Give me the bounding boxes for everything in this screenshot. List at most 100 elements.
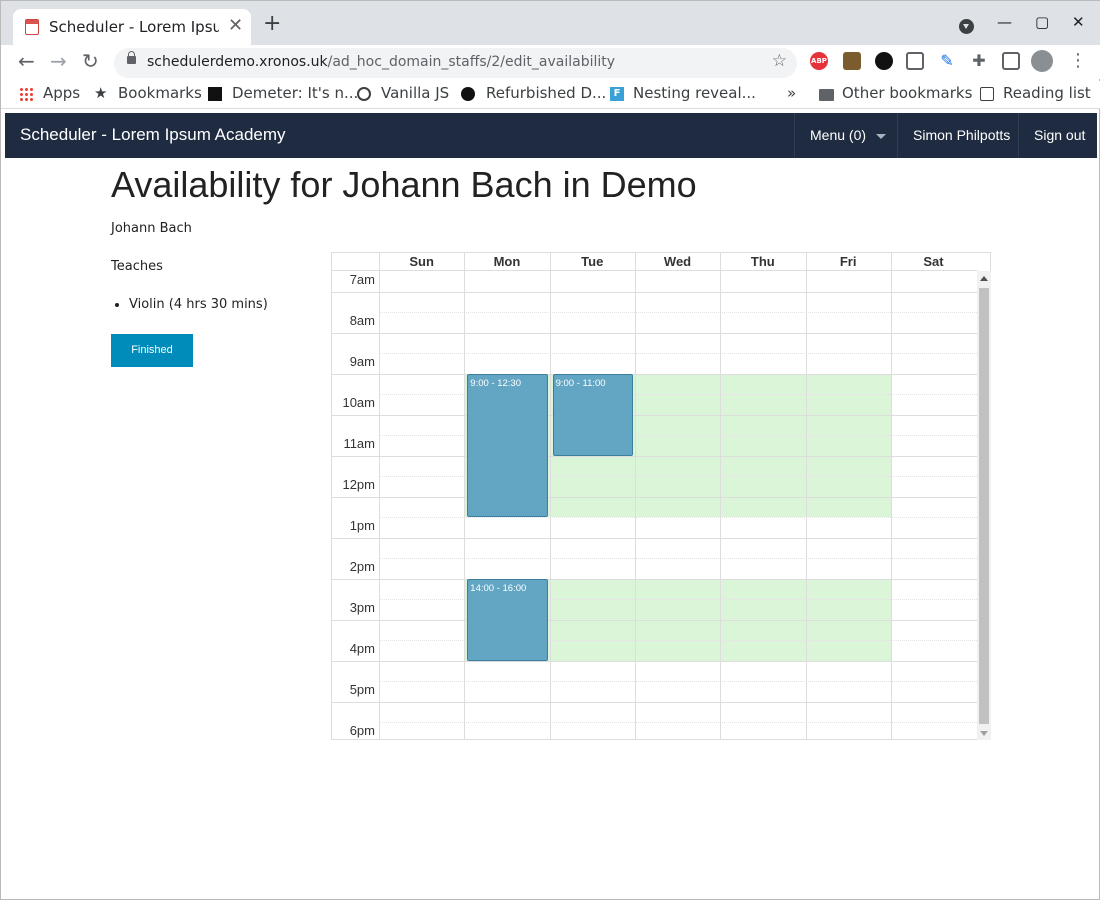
bookmark-nesting[interactable]: Nesting reveal... (633, 84, 756, 102)
finished-button[interactable]: Finished (111, 334, 193, 367)
availability-calendar: Sun Mon Tue Wed Thu Fri Sat 7am 8am 9am 10am 11am 1… (331, 252, 991, 740)
hour-gridline (332, 701, 977, 703)
reload-icon[interactable]: ↻ (82, 49, 99, 73)
close-tab-icon[interactable]: ✕ (228, 15, 243, 36)
staff-name: Johann Bach (111, 221, 192, 236)
column-divider (379, 271, 380, 740)
menu-dropdown[interactable]: Menu (0) (794, 113, 897, 158)
scheduled-event[interactable]: 9:00 - 12:30 (467, 373, 548, 517)
scheduled-event[interactable]: 14:00 - 16:00 (467, 578, 548, 661)
app-navbar: Scheduler - Lorem Ipsum Academy Menu (0)… (5, 113, 1097, 158)
page-title: Availability for Johann Bach in Demo (111, 164, 697, 205)
cast-icon[interactable] (1002, 52, 1020, 70)
extension-paw-icon[interactable] (875, 52, 893, 70)
browser-menu-icon[interactable]: ⋮ (1069, 50, 1087, 71)
half-hour-gridline (380, 312, 977, 313)
day-header-mon: Mon (493, 254, 521, 269)
feather-icon[interactable]: ✎ (938, 52, 956, 70)
calendar-scrollbar[interactable] (977, 271, 991, 740)
column-divider (634, 271, 636, 740)
address-bar[interactable]: schedulerdemo.xronos.uk/ad_hoc_domain_st… (114, 48, 797, 78)
adblock-plus-icon[interactable]: ABP (810, 52, 828, 70)
user-link[interactable]: Simon Philpotts (897, 113, 1018, 158)
time-label-4pm: 4pm (349, 641, 375, 656)
scheduled-event[interactable]: 9:00 - 11:00 (552, 373, 633, 456)
new-tab-button[interactable]: + (263, 13, 281, 35)
hour-gridline (332, 291, 977, 293)
url-text[interactable]: schedulerdemo.xronos.uk/ad_hoc_domain_st… (147, 54, 615, 70)
minimize-icon[interactable]: — (997, 13, 1012, 31)
header-column-divider (890, 253, 892, 271)
time-label-1pm: 1pm (349, 518, 375, 533)
back-icon[interactable]: ← (18, 49, 35, 73)
apps-grid-icon (19, 87, 33, 101)
profile-avatar[interactable] (1031, 50, 1053, 72)
hour-gridline (332, 578, 977, 580)
calendar-favicon-icon (25, 19, 39, 35)
reading-list-icon (980, 87, 994, 101)
bookmark-star-icon[interactable]: ☆ (772, 51, 787, 71)
scrollbar-thumb[interactable] (979, 288, 989, 724)
day-header-fri: Fri (839, 254, 857, 269)
bookmarks-star-icon: ★ (94, 84, 108, 102)
day-header-sun: Sun (409, 254, 434, 269)
time-label-12pm: 12pm (342, 477, 375, 492)
scroll-down-icon[interactable] (980, 731, 988, 736)
header-column-divider (549, 253, 551, 271)
header-column-divider (464, 253, 466, 271)
app-brand[interactable]: Scheduler - Lorem Ipsum Academy (20, 125, 286, 145)
column-divider (805, 271, 807, 740)
sign-out-label: Sign out (1034, 127, 1086, 143)
bookmark-other[interactable]: Other bookmarks (842, 84, 972, 102)
day-header-tue: Tue (581, 254, 604, 269)
time-label-8am: 8am (349, 313, 375, 328)
extension-house-icon[interactable] (843, 52, 861, 70)
half-hour-gridline (380, 722, 977, 723)
day-header-sat: Sat (923, 254, 944, 269)
tab-search-icon[interactable] (959, 19, 974, 34)
browser-tab[interactable]: Scheduler - Lorem Ipsum Academy ✕ (13, 9, 251, 45)
header-column-divider (805, 253, 807, 271)
demeter-favicon-icon (208, 87, 222, 101)
column-divider (549, 271, 551, 740)
time-label-6pm: 6pm (349, 723, 375, 738)
time-label-2pm: 2pm (349, 559, 375, 574)
user-name: Simon Philpotts (913, 127, 1011, 143)
folder-icon (819, 89, 834, 101)
half-hour-gridline (380, 681, 977, 682)
header-column-divider (634, 253, 636, 271)
calendar-body[interactable]: 7am 8am 9am 10am 11am 12pm 1pm 2pm 3pm 4pm 5pm 6pm 9… (332, 271, 977, 740)
time-label-11am: 11am (343, 436, 375, 451)
half-hour-gridline (380, 517, 977, 518)
bookmark-reading-list[interactable]: Reading list (1003, 84, 1091, 102)
day-header-thu: Thu (750, 254, 775, 269)
time-label-9am: 9am (349, 354, 375, 369)
lock-icon[interactable] (127, 51, 136, 64)
subject-item: Violin (4 hrs 30 mins) (129, 297, 268, 312)
bookmark-demeter[interactable]: Demeter: It's n... (232, 84, 358, 102)
bookmark-refurbished[interactable]: Refurbished D... (486, 84, 606, 102)
screenshot-icon[interactable] (906, 52, 924, 70)
bookmarks-bar: Apps ★ Bookmarks Demeter: It's n... Vani… (1, 81, 1100, 109)
sign-out-link[interactable]: Sign out (1018, 113, 1097, 158)
time-label-7am: 7am (349, 272, 375, 287)
forward-icon[interactable]: → (50, 49, 67, 73)
column-divider (464, 271, 466, 740)
event-time-label: 9:00 - 11:00 (555, 377, 606, 389)
time-label-10am: 10am (342, 395, 375, 410)
extensions-puzzle-icon[interactable]: ✚ (970, 52, 988, 70)
bookmark-vanilla-js[interactable]: Vanilla JS (381, 84, 449, 102)
scroll-up-icon[interactable] (980, 276, 988, 281)
hour-gridline (332, 373, 977, 375)
event-time-label: 9:00 - 12:30 (470, 377, 522, 389)
maximize-icon[interactable]: ▢ (1035, 13, 1049, 31)
bookmark-apps[interactable]: Apps (43, 84, 80, 102)
caret-down-icon (876, 133, 887, 139)
bookmark-bookmarks[interactable]: Bookmarks (118, 84, 202, 102)
more-bookmarks-chevron-icon[interactable]: » (787, 84, 796, 102)
tab-title: Scheduler - Lorem Ipsum Academy (49, 18, 219, 36)
globe-icon (357, 87, 371, 101)
close-window-icon[interactable]: ✕ (1072, 13, 1085, 31)
teaches-label: Teaches (111, 259, 163, 274)
subject-list: Violin (4 hrs 30 mins) (129, 297, 268, 312)
